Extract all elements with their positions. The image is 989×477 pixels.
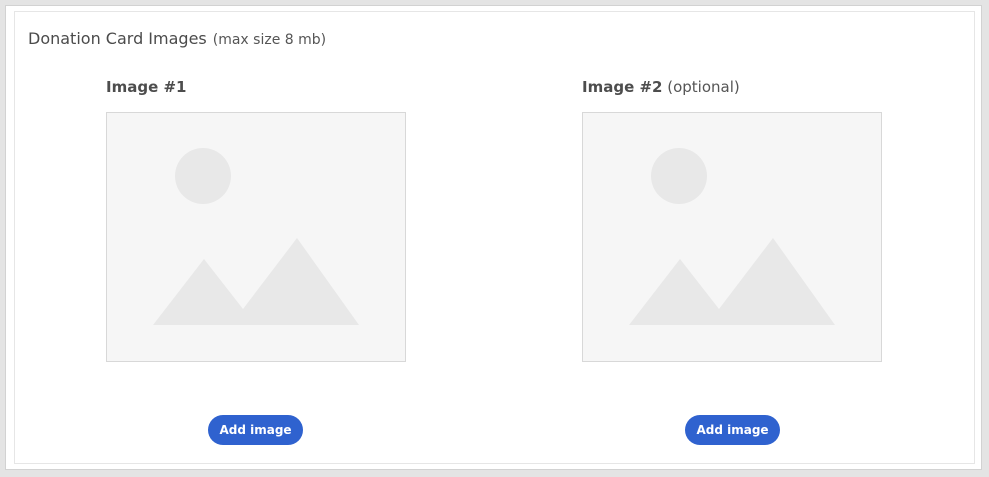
section-title: Donation Card Images — [28, 29, 207, 48]
image-2-label: Image #2 (optional) — [582, 78, 740, 96]
size-hint: (max size 8 mb) — [212, 32, 327, 48]
image-placeholder-icon — [629, 148, 835, 325]
image-1-title: Image #1 — [106, 78, 187, 96]
image-placeholder-icon — [153, 148, 359, 325]
add-image-1-button[interactable]: Add image — [208, 415, 303, 445]
add-image-2-button[interactable]: Add image — [685, 415, 780, 445]
section-header: Donation Card Images (max size 8 mb) — [28, 29, 326, 49]
image-2-suffix: (optional) — [662, 78, 740, 96]
image-2-placeholder[interactable] — [582, 112, 882, 362]
image-1-placeholder[interactable] — [106, 112, 406, 362]
image-1-label: Image #1 — [106, 78, 186, 96]
image-2-title: Image #2 — [582, 78, 663, 96]
